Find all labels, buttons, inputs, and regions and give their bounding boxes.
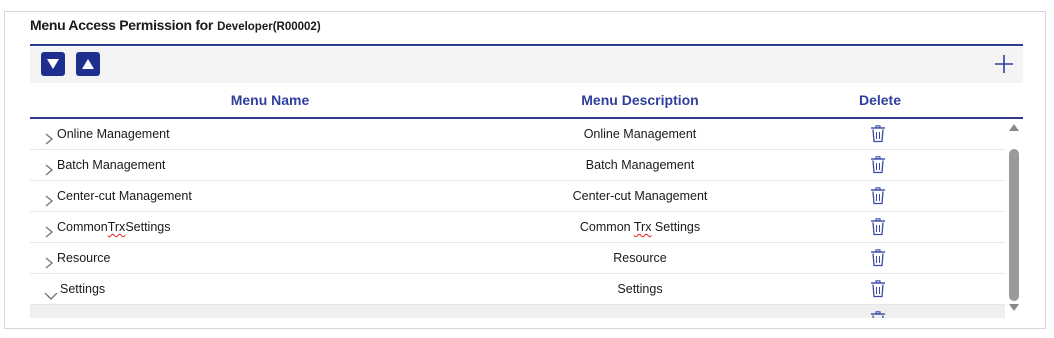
text-part: Center-cut Management <box>572 189 708 203</box>
chevron-down-icon[interactable] <box>44 282 59 300</box>
text-part: Online Management <box>57 127 170 141</box>
vertical-scrollbar[interactable] <box>1006 123 1022 327</box>
menu-description-cell: Common Trx Settings <box>500 212 780 242</box>
text-part: Settings <box>60 282 106 296</box>
trash-icon <box>871 311 885 318</box>
column-header-delete: Delete <box>858 92 902 108</box>
table-header: Menu Name Menu Description Delete <box>30 83 1023 119</box>
panel-title: Menu Access Permission for Developer(R00… <box>30 17 321 47</box>
chevron-right-icon[interactable] <box>44 127 56 145</box>
text-part: Settings <box>651 220 701 234</box>
delete-button[interactable] <box>870 187 890 205</box>
trash-icon <box>871 187 885 205</box>
text-part: Online Management <box>583 127 697 141</box>
trash-icon <box>871 156 885 174</box>
title-main: Menu Access Permission for <box>30 17 214 33</box>
column-header-menu-description[interactable]: Menu Description <box>530 83 750 117</box>
trash-icon <box>871 249 885 267</box>
menu-description-cell: Center-cut Management <box>500 181 780 211</box>
menu-description-cell: Batch Management <box>500 150 780 180</box>
chevron-right-icon[interactable] <box>44 189 56 207</box>
table-row[interactable] <box>30 305 1005 318</box>
text-part: Batch Management <box>57 158 166 172</box>
triangle-down-icon <box>47 59 59 69</box>
delete-button[interactable] <box>870 280 890 298</box>
text-part: Settings <box>125 220 171 234</box>
trash-icon <box>871 125 885 143</box>
menu-name-cell: Resource <box>44 243 111 273</box>
menu-description-cell: Settings <box>500 274 780 304</box>
text-part: Common <box>579 220 634 234</box>
trash-icon <box>871 280 885 298</box>
delete-button[interactable] <box>870 218 890 236</box>
triangle-up-icon <box>82 59 94 69</box>
menu-name-cell: Common Trx Settings <box>44 212 170 242</box>
scroll-up-icon[interactable] <box>1008 123 1020 133</box>
title-role: Developer(R00002) <box>217 21 321 33</box>
table-row[interactable]: Resource Resource <box>30 243 1005 274</box>
menu-name-cell: Online Management <box>44 119 170 149</box>
delete-button[interactable] <box>870 156 890 174</box>
spellcheck-word: Trx <box>107 220 126 234</box>
title-underline <box>30 44 1023 46</box>
toolbar <box>30 47 1023 83</box>
scrollbar-thumb[interactable] <box>1009 149 1019 301</box>
table-row[interactable]: Center-cut Management Center-cut Manageme… <box>30 181 1005 212</box>
move-up-button[interactable] <box>76 52 100 76</box>
table-row[interactable]: Common Trx Settings Common Trx Settings <box>30 212 1005 243</box>
table-body: Online Management Online Management Batch … <box>30 119 1023 318</box>
menu-description-cell: Online Management <box>500 119 780 149</box>
chevron-right-icon[interactable] <box>44 251 56 269</box>
table-row[interactable]: Settings Settings <box>30 274 1005 305</box>
add-button[interactable] <box>993 53 1015 75</box>
table-row[interactable]: Batch Management Batch Management <box>30 150 1005 181</box>
text-part: Settings <box>617 282 663 296</box>
plus-icon <box>995 55 1013 73</box>
text-part: Center-cut Management <box>57 189 192 203</box>
delete-button[interactable] <box>870 311 890 318</box>
delete-button[interactable] <box>870 249 890 267</box>
chevron-right-icon[interactable] <box>44 220 56 238</box>
menu-description-cell: Resource <box>500 243 780 273</box>
text-part: Batch Management <box>585 158 695 172</box>
table-row[interactable]: Online Management Online Management <box>30 119 1005 150</box>
menu-name-cell: Settings <box>44 274 105 304</box>
column-header-menu-name[interactable]: Menu Name <box>160 83 380 117</box>
menu-name-cell: Batch Management <box>44 150 165 180</box>
chevron-right-icon[interactable] <box>44 158 56 176</box>
move-down-button[interactable] <box>41 52 65 76</box>
trash-icon <box>871 218 885 236</box>
menu-name-cell: Center-cut Management <box>44 181 192 211</box>
delete-button[interactable] <box>870 125 890 143</box>
spellcheck-word: Trx <box>633 220 652 234</box>
scroll-down-icon[interactable] <box>1008 303 1020 313</box>
text-part: Common <box>57 220 108 234</box>
menu-permission-panel: Menu Access Permission for Developer(R00… <box>4 11 1046 329</box>
text-part: Resource <box>57 251 111 265</box>
menu-description-cell <box>500 305 780 318</box>
text-part: Resource <box>613 251 667 265</box>
